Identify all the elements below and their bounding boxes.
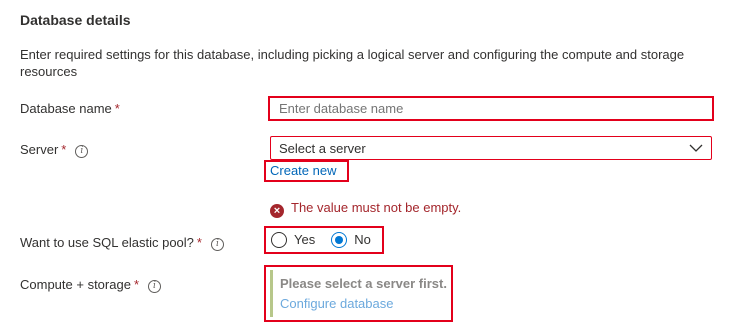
- server-select-value: Select a server: [279, 141, 366, 156]
- required-asterisk: *: [196, 235, 202, 250]
- info-icon[interactable]: i: [75, 145, 89, 158]
- info-icon[interactable]: i: [148, 280, 161, 293]
- section-description: Enter required settings for this databas…: [20, 47, 685, 79]
- error-icon: ×: [270, 204, 284, 218]
- elastic-pool-label-text: Want to use SQL elastic pool?: [20, 235, 194, 250]
- error-text: The value must not be empty.: [291, 200, 462, 215]
- database-name-label: Database name *: [20, 101, 120, 116]
- compute-storage-label: Compute + storage * i: [20, 277, 161, 293]
- chevron-down-icon: [689, 144, 703, 152]
- server-select[interactable]: Select a server: [270, 136, 712, 160]
- radio-yes-label[interactable]: Yes: [294, 232, 315, 247]
- compute-storage-label-text: Compute + storage: [20, 277, 131, 292]
- radio-no-label[interactable]: No: [354, 232, 371, 247]
- section-title: Database details: [20, 12, 131, 28]
- radio-no[interactable]: [331, 232, 348, 248]
- info-icon[interactable]: i: [210, 238, 224, 251]
- create-new-server-link[interactable]: Create new: [270, 163, 336, 178]
- compute-storage-highlight: [264, 265, 453, 322]
- compute-storage-accent-bar: [270, 270, 273, 317]
- elastic-pool-radio-group: Yes No: [271, 231, 387, 249]
- required-asterisk: *: [61, 142, 67, 157]
- database-name-label-text: Database name: [20, 101, 112, 116]
- server-error-message: × The value must not be empty.: [270, 200, 461, 218]
- elastic-pool-label: Want to use SQL elastic pool? * i: [20, 235, 224, 251]
- database-name-input[interactable]: [268, 96, 714, 121]
- server-label: Server * i: [20, 142, 89, 158]
- required-asterisk: *: [133, 277, 139, 292]
- required-asterisk: *: [114, 101, 120, 116]
- server-label-text: Server: [20, 142, 59, 157]
- configure-database-link[interactable]: Configure database: [280, 296, 393, 311]
- compute-storage-message: Please select a server first.: [280, 276, 447, 291]
- radio-yes[interactable]: [271, 232, 287, 248]
